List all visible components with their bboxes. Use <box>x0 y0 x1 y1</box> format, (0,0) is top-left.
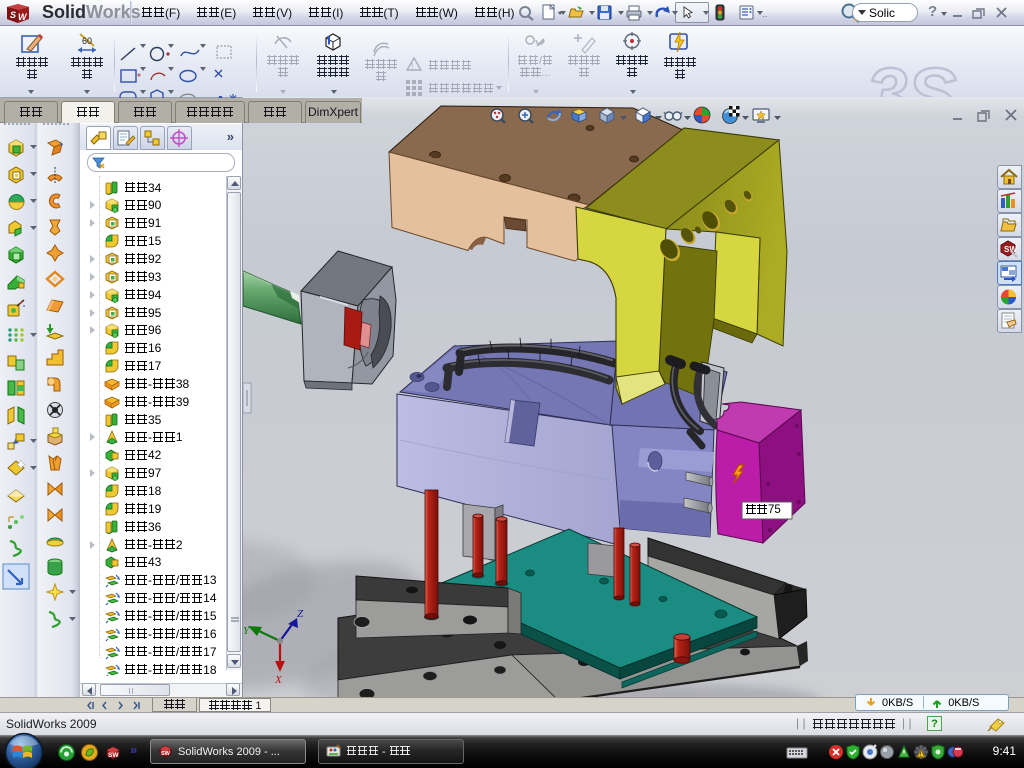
svg-text:Z: Z <box>297 608 304 620</box>
svg-text:SW: SW <box>108 752 119 759</box>
svg-text:SW: SW <box>161 751 171 757</box>
svg-text:S: S <box>10 10 16 20</box>
svg-text:!: ! <box>411 62 413 71</box>
svg-text:SW: SW <box>1004 245 1017 254</box>
svg-text:60: 60 <box>82 36 92 46</box>
svg-text:X: X <box>274 674 283 686</box>
